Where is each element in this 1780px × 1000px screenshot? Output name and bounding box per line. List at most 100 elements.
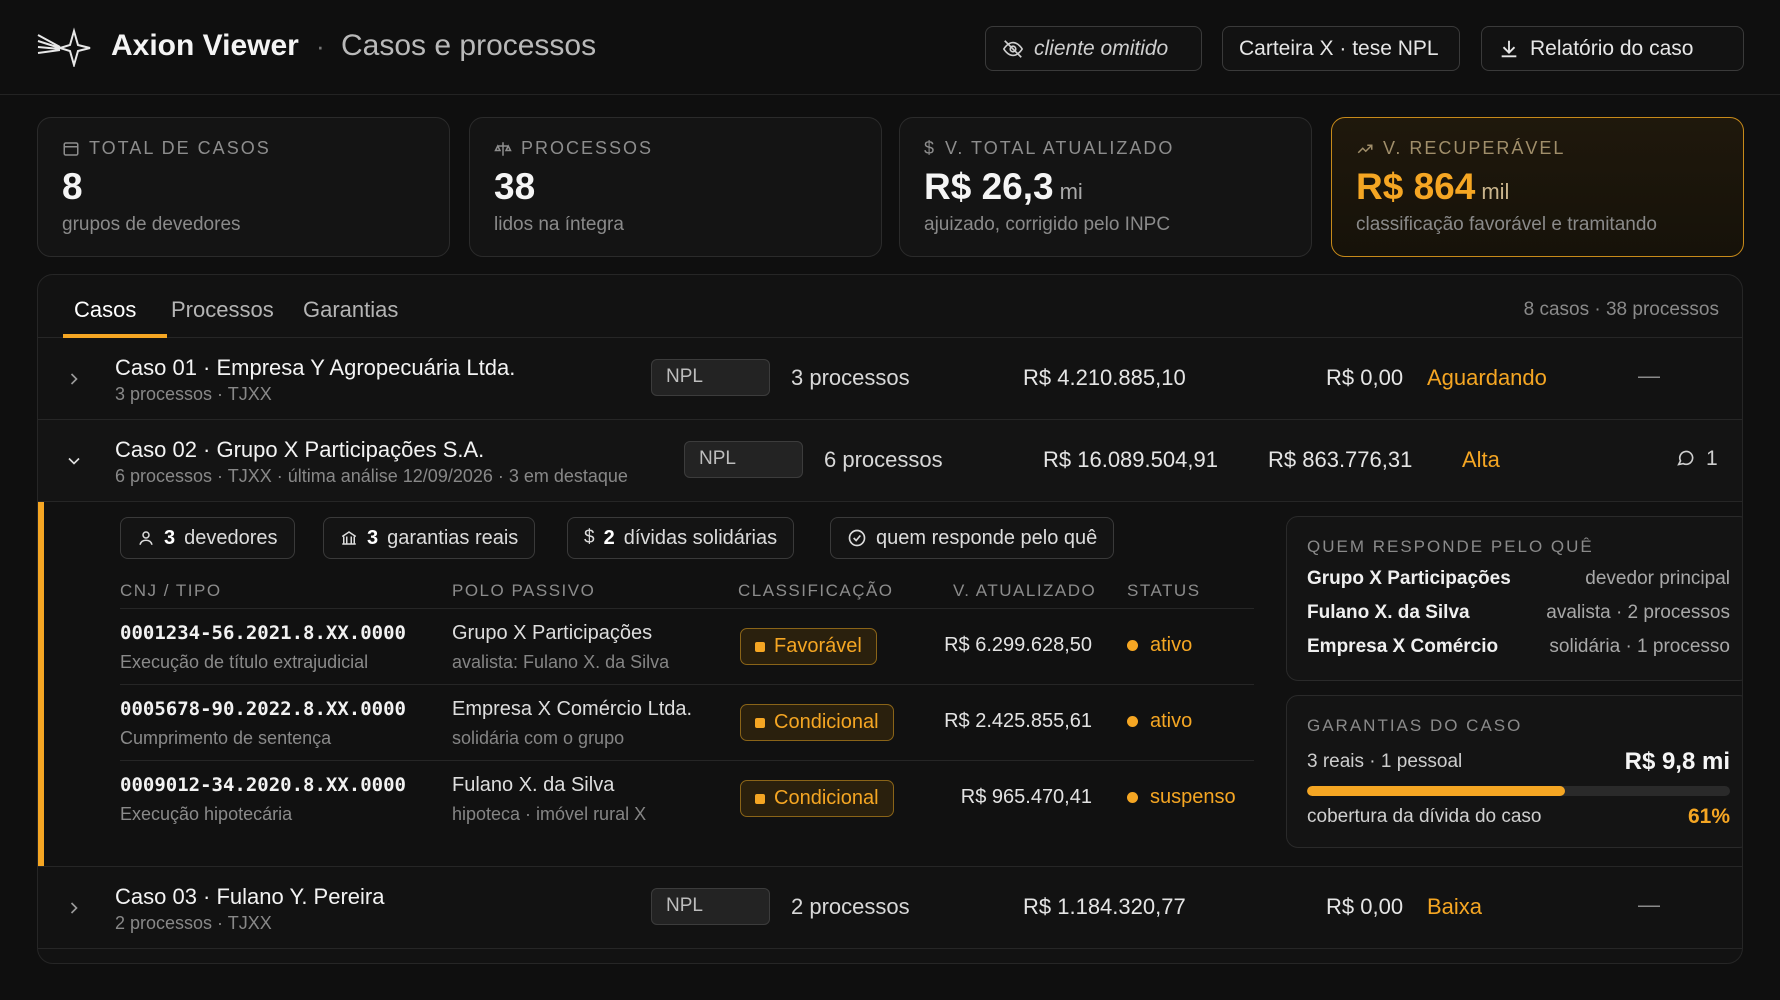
case-guarantees-box: GARANTIAS DO CASO 3 reais · 1 pessoal R$… xyxy=(1286,695,1742,848)
process-value: R$ 6.299.628,50 xyxy=(944,634,1092,656)
liability-title: QUEM RESPONDE PELO QUÊ xyxy=(1307,537,1594,556)
status-dot xyxy=(1127,640,1138,651)
process-value: R$ 965.470,41 xyxy=(960,786,1092,808)
stat-card-processes: PROCESSOS 38 lidos na íntegra xyxy=(469,117,882,257)
case-recoverable-value: R$ 0,00 xyxy=(1326,365,1404,390)
chip-label: quem responde pelo quê xyxy=(876,526,1098,549)
column-header-status: STATUS xyxy=(1127,581,1201,600)
case-subtitle: 3 processos · TJXX xyxy=(115,384,272,404)
chevron-down-icon[interactable] xyxy=(64,451,84,471)
portfolio-tag: NPL xyxy=(651,888,770,925)
liable-party: Grupo X Participações xyxy=(1307,568,1511,589)
portfolio-button[interactable]: Carteira X · tese NPL xyxy=(1222,26,1460,71)
scale-icon xyxy=(494,141,512,156)
chip-joint-debts[interactable]: $ 2 dívidas solidárias xyxy=(567,517,795,559)
case-row-expanded[interactable]: Caso 02 · Grupo X Participações S.A. 6 p… xyxy=(38,420,1742,502)
eye-off-icon xyxy=(1002,39,1024,58)
case-process-count: 6 processos xyxy=(824,447,943,472)
case-updated-value: R$ 4.210.885,10 xyxy=(1023,365,1186,390)
chevron-right-icon[interactable] xyxy=(64,898,84,918)
stat-label: V. RECUPERÁVEL xyxy=(1383,138,1566,158)
case-title: Caso 03 · Fulano Y. Pereira xyxy=(115,884,385,909)
process-defendant-note: solidária com o grupo xyxy=(452,728,625,748)
table-row[interactable]: 0005678-90.2022.8.XX.0000 Cumprimento de… xyxy=(120,684,1254,760)
chip-label: devedores xyxy=(184,526,278,549)
guarantees-total: R$ 9,8 mi xyxy=(1624,748,1730,775)
portfolio-tag: NPL xyxy=(651,359,770,396)
process-type: Execução de título extrajudicial xyxy=(120,652,369,672)
case-process-count: 2 processos xyxy=(791,894,910,919)
chip-real-guarantees[interactable]: 3 garantias reais xyxy=(323,517,536,559)
case-comments[interactable]: 1 xyxy=(1675,447,1718,471)
process-defendant-note: avalista: Fulano X. da Silva xyxy=(452,652,670,672)
client-hidden-label: cliente omitido xyxy=(1034,36,1169,60)
chip-count: 2 xyxy=(603,526,615,549)
table-row[interactable]: 0009012-34.2020.8.XX.0000 Execução hipot… xyxy=(120,760,1254,836)
process-value: R$ 2.425.855,61 xyxy=(944,710,1092,732)
classification-label: Condicional xyxy=(774,787,879,809)
case-row[interactable]: Caso 03 · Fulano Y. Pereira 2 processos … xyxy=(38,867,1742,949)
user-icon xyxy=(139,531,153,545)
liable-role: avalista · 2 processos xyxy=(1546,602,1730,623)
liability-row: Empresa X Comércio solidária · 1 process… xyxy=(1307,636,1730,662)
process-cnj[interactable]: 0005678-90.2022.8.XX.0000 xyxy=(120,698,406,720)
stat-label: PROCESSOS xyxy=(521,138,654,158)
case-comments-empty: — xyxy=(1638,892,1660,917)
case-title: Caso 01 · Empresa Y Agropecuária Ltda. xyxy=(115,355,516,380)
case-process-count: 3 processos xyxy=(791,365,910,390)
liable-role: solidária · 1 processo xyxy=(1549,636,1730,657)
stat-card-total-value: $ V. TOTAL ATUALIZADO R$ 26,3 mi ajuizado… xyxy=(899,117,1312,257)
case-row[interactable]: Caso 01 · Empresa Y Agropecuária Ltda. 3… xyxy=(38,338,1742,420)
stat-value: 8 xyxy=(62,166,83,207)
case-report-button[interactable]: Relatório do caso xyxy=(1481,26,1744,71)
table-row[interactable]: 0001234-56.2021.8.XX.0000 Execução de tí… xyxy=(120,608,1254,684)
bank-icon xyxy=(341,531,357,545)
stat-sub: grupos de devedores xyxy=(62,214,241,235)
column-header-cnj: CNJ / TIPO xyxy=(120,581,222,600)
tabs-summary: 8 casos · 38 processos xyxy=(1523,299,1719,320)
check-circle-icon xyxy=(848,529,866,547)
chip-who-is-liable[interactable]: quem responde pelo quê xyxy=(830,517,1115,559)
column-header-classification: CLASSIFICAÇÃO xyxy=(738,581,894,600)
title-separator: · xyxy=(316,31,325,61)
case-comments-empty: — xyxy=(1638,363,1660,388)
cases-panel: Casos Processos Garantias 8 casos · 38 p… xyxy=(37,274,1743,964)
status-label: ativo xyxy=(1150,634,1193,656)
status-dot xyxy=(1127,716,1138,727)
stat-unit: mil xyxy=(1481,179,1510,204)
case-recoverable-value: R$ 863.776,31 xyxy=(1268,447,1413,472)
badge-marker xyxy=(755,641,765,652)
chip-label: dívidas solidárias xyxy=(623,526,778,549)
case-recoverable-value: R$ 0,00 xyxy=(1326,894,1404,919)
column-header-value: V. ATUALIZADO xyxy=(953,581,1097,600)
app-header: Axion Viewer · Casos e processos cliente… xyxy=(0,0,1780,95)
expanded-accent-bar xyxy=(38,502,44,866)
stat-label: V. TOTAL ATUALIZADO xyxy=(945,138,1175,158)
coverage-percent: 61% xyxy=(1687,805,1730,828)
case-subtitle: 2 processos · TJXX xyxy=(115,913,272,933)
process-status: suspenso xyxy=(1127,786,1236,809)
tab-processos[interactable]: Processos xyxy=(171,297,274,323)
liability-row: Grupo X Participações devedor principal xyxy=(1307,568,1730,594)
chip-label: garantias reais xyxy=(387,526,519,549)
case-updated-value: R$ 16.089.504,91 xyxy=(1043,447,1218,472)
process-type: Execução hipotecária xyxy=(120,804,293,824)
page-title: Casos e processos xyxy=(341,29,597,62)
trending-up-icon xyxy=(1357,144,1373,153)
client-hidden-button[interactable]: cliente omitido xyxy=(985,26,1202,71)
stat-card-total-cases: TOTAL DE CASOS 8 grupos de devedores xyxy=(37,117,450,257)
status-label: suspenso xyxy=(1150,786,1236,808)
process-defendant: Grupo X Participações xyxy=(452,622,653,644)
process-defendant-note: hipoteca · imóvel rural X xyxy=(452,804,647,824)
process-cnj[interactable]: 0009012-34.2020.8.XX.0000 xyxy=(120,774,406,796)
axion-logo-icon xyxy=(37,27,91,67)
tab-casos[interactable]: Casos xyxy=(74,297,136,323)
stat-unit: mi xyxy=(1059,179,1083,204)
chevron-right-icon[interactable] xyxy=(64,369,84,389)
stat-value: 38 xyxy=(494,166,536,207)
classification-badge: Condicional xyxy=(740,704,894,741)
tab-bar: Casos Processos Garantias 8 casos · 38 p… xyxy=(38,275,1742,338)
tab-garantias[interactable]: Garantias xyxy=(303,297,398,323)
process-cnj[interactable]: 0001234-56.2021.8.XX.0000 xyxy=(120,622,406,644)
chip-debtors[interactable]: 3 devedores xyxy=(120,517,295,559)
